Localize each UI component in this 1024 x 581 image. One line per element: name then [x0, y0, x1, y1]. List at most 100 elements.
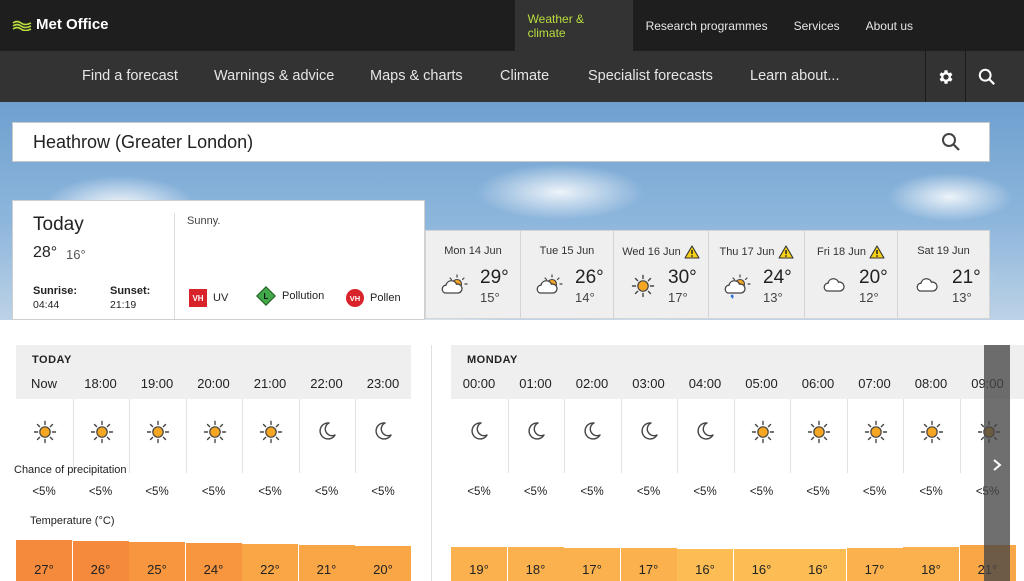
hour-precip: <5%: [32, 486, 56, 498]
hour-time: 04:00: [688, 376, 722, 391]
hour-precip: <5%: [371, 486, 395, 498]
hour-temp: 20°: [373, 562, 393, 577]
topnav-about-us[interactable]: About us: [853, 0, 1024, 51]
sunrise-label: Sunrise:: [33, 285, 78, 297]
column-separator: [72, 399, 74, 473]
uv-indicator[interactable]: VH UV: [189, 289, 228, 307]
settings-button[interactable]: [925, 51, 965, 102]
nav-find-forecast[interactable]: Find a forecast: [82, 51, 178, 102]
hour-column: 19:00 <5% 25°: [129, 345, 185, 581]
column-separator: [903, 399, 904, 473]
column-separator: [677, 399, 678, 473]
top-bar: Met Office Weather & climate Research pr…: [0, 0, 1024, 51]
day-tile[interactable]: Tue 15 Jun 26° 14°: [520, 230, 614, 319]
day-tile[interactable]: Wed 16 Jun 30° 17°: [613, 230, 709, 319]
moon-icon: [640, 422, 658, 440]
hour-weather-icon: [468, 420, 490, 447]
topnav-research-programmes[interactable]: Research programmes: [633, 0, 781, 51]
uv-label: UV: [213, 292, 229, 304]
day-name: Tue 15 Jun: [521, 245, 613, 257]
sun-icon: [146, 420, 170, 444]
day-low-temp: 14°: [575, 290, 595, 305]
nav-climate[interactable]: Climate: [500, 51, 549, 102]
day-weather-icon: [628, 273, 658, 304]
nav-specialist-forecasts[interactable]: Specialist forecasts: [588, 51, 713, 102]
nav-maps-charts[interactable]: Maps & charts: [370, 51, 463, 102]
day-tile[interactable]: Sat 19 Jun 21° 13°: [897, 230, 990, 319]
pollen-label: Pollen: [370, 292, 401, 304]
day-low-temp: 17°: [668, 290, 688, 305]
hour-temp: 16°: [695, 562, 715, 577]
day-weather-icon: [723, 273, 753, 304]
hour-temp: 27°: [34, 562, 54, 577]
hour-column: 23:00 <5% 20°: [355, 345, 411, 581]
hour-precip: <5%: [749, 486, 774, 498]
hour-column: 08:00 <5% 18°: [903, 345, 959, 581]
hour-time: 21:00: [253, 376, 287, 391]
hour-column: 21:00 <5% 22°: [242, 345, 298, 581]
nav-learn-about[interactable]: Learn about...: [750, 51, 840, 102]
hour-temp: 18°: [921, 562, 941, 577]
day-name-text: Tue 15 Jun: [539, 245, 595, 257]
day-low-temp: 13°: [763, 290, 783, 305]
day-low-temp: 12°: [859, 290, 879, 305]
hour-weather-icon: [581, 420, 603, 447]
column-separator: [620, 399, 622, 473]
column-separator: [790, 399, 791, 473]
hour-time: 01:00: [519, 376, 552, 391]
day-high-temp: 26°: [575, 267, 604, 288]
day-weather-icon: [440, 273, 470, 304]
met-office-logo[interactable]: Met Office: [12, 16, 109, 33]
day-tile[interactable]: Fri 18 Jun 20° 12°: [804, 230, 898, 319]
day-high-temp: 20°: [859, 267, 888, 288]
chevron-right-icon: [993, 459, 1002, 471]
day-name: Wed 16 Jun: [614, 245, 708, 259]
hour-weather-icon: [259, 420, 283, 449]
hour-temp: 17°: [638, 562, 659, 577]
hour-temp: 25°: [147, 562, 167, 577]
hour-temp: 17°: [582, 562, 602, 577]
hour-time: 18:00: [84, 376, 117, 391]
hour-time: 08:00: [914, 376, 948, 391]
hour-temp: 21°: [316, 562, 337, 577]
hour-precip: <5%: [806, 486, 830, 498]
temperature-row-label: Temperature (°C): [30, 515, 115, 527]
hour-temp: 26°: [90, 562, 111, 577]
topnav-services[interactable]: Services: [781, 0, 853, 51]
hourly-today-panel: TODAY Now <5% 27° 18:00 <5% 26° 19:00 <5% 25° 20:…: [16, 345, 411, 581]
moon-icon: [471, 422, 488, 440]
column-separator: [129, 399, 130, 473]
day-name-text: Wed 16 Jun: [622, 245, 681, 258]
hour-precip: <5%: [693, 486, 717, 498]
hour-temp: 24°: [203, 562, 224, 577]
uv-badge: VH: [189, 289, 207, 307]
pollution-indicator[interactable]: L Pollution: [256, 286, 324, 306]
topnav-weather-climate[interactable]: Weather & climate: [514, 0, 633, 51]
location-search-input[interactable]: [33, 123, 913, 161]
nav-warnings-advice[interactable]: Warnings & advice: [214, 51, 334, 102]
hour-time: 00:00: [462, 376, 496, 391]
scroll-right-button[interactable]: [984, 450, 1010, 480]
hour-temp: 22°: [260, 562, 280, 577]
day-tile[interactable]: Mon 14 Jun 29° 15°: [425, 230, 521, 319]
nav-search-button[interactable]: [965, 51, 1007, 102]
today-high-temp: 28°: [33, 244, 58, 261]
hour-column: 06:00 <5% 16°: [790, 345, 846, 581]
hour-weather-icon: [920, 420, 944, 449]
pollution-level: L: [263, 291, 269, 301]
day-name: Fri 18 Jun: [805, 245, 897, 259]
hour-precip: <5%: [862, 486, 887, 498]
today-summary-card[interactable]: Today 28° 16° Sunrise: 04:44 Sunset: 21:…: [12, 200, 425, 320]
day-tile[interactable]: Thu 17 Jun 24° 13°: [708, 230, 805, 319]
day-name: Sat 19 Jun: [898, 245, 989, 257]
column-separator: [846, 399, 848, 473]
pollen-indicator[interactable]: VH Pollen: [346, 289, 401, 307]
main-nav: Find a forecast Warnings & advice Maps &…: [0, 51, 1024, 102]
warning-icon: [684, 245, 700, 259]
hour-weather-icon: [90, 420, 114, 449]
location-search-button[interactable]: [941, 132, 961, 157]
sun-cloud-icon: [441, 274, 468, 294]
column-separator: [185, 399, 187, 473]
hourly-monday-panel: MONDAY 00:00 <5% 19° 01:00 <5% 18° 02:00 <5% 17°…: [451, 345, 1024, 581]
location-search: [12, 122, 990, 162]
